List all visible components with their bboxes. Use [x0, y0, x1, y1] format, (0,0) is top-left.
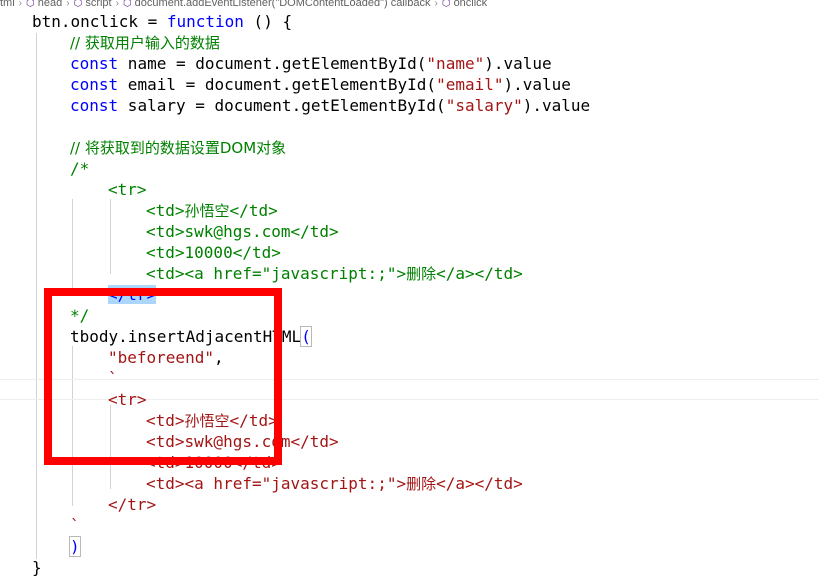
code-comment: <td>swk@hgs.com</td>: [146, 222, 339, 241]
code-comment: <td>10000</td>: [146, 243, 281, 262]
code-comment: /*: [70, 159, 90, 178]
code-line: </tr>: [108, 495, 157, 514]
indent-guide: [36, 33, 37, 559]
code-line: const name = document.getElementById("na…: [70, 54, 552, 73]
code-line: `: [70, 516, 80, 535]
indent-guide: [72, 199, 73, 295]
code-line: btn.onclick = function () {: [32, 12, 293, 31]
code-editor[interactable]: btn.onclick = function () { // 获取用户输入的数据…: [0, 0, 819, 577]
code-comment: <td>孙悟空</td>: [146, 201, 278, 220]
code-comment: // 获取用户输入的数据: [70, 34, 220, 52]
code-comment: <tr>: [108, 180, 147, 199]
code-line: const email = document.getElementById("e…: [70, 75, 571, 94]
annotation-highlight-box: [44, 288, 282, 465]
code-line: <td><a href="javascript:;">删除</a></td>: [146, 474, 523, 493]
code-line: }: [32, 558, 42, 577]
code-comment: // 将获取到的数据设置DOM对象: [70, 139, 287, 157]
code-line: ): [69, 536, 81, 557]
code-comment: <td><a href="javascript:;">删除</a></td>: [146, 264, 523, 283]
indent-guide: [110, 199, 111, 274]
code-line: const salary = document.getElementById("…: [70, 96, 591, 115]
